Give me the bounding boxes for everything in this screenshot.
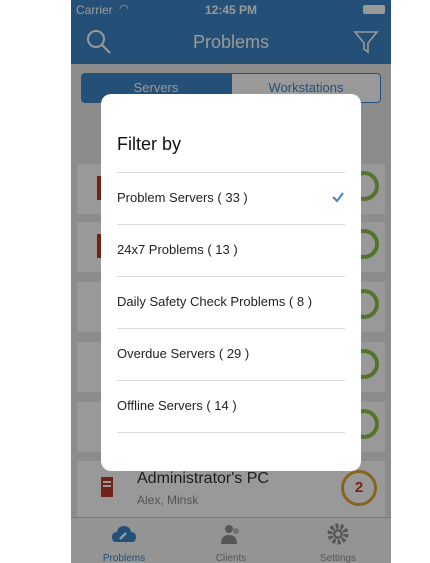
checkmark-icon <box>332 192 344 203</box>
option-label: Daily Safety Check Problems ( 8 ) <box>117 294 313 309</box>
option-label: Problem Servers ( 33 ) <box>117 190 248 205</box>
filter-option-overdue-servers[interactable]: Overdue Servers ( 29 ) <box>117 329 345 380</box>
option-label: Offline Servers ( 14 ) <box>117 398 237 413</box>
filter-option-problem-servers[interactable]: Problem Servers ( 33 ) <box>117 173 345 224</box>
filter-option-24x7-problems[interactable]: 24x7 Problems ( 13 ) <box>117 225 345 276</box>
filter-heading: Filter by <box>117 134 182 154</box>
option-label: 24x7 Problems ( 13 ) <box>117 242 238 257</box>
divider <box>117 432 345 433</box>
filter-option-daily-safety-check[interactable]: Daily Safety Check Problems ( 8 ) <box>117 277 345 328</box>
filter-option-offline-servers[interactable]: Offline Servers ( 14 ) <box>117 381 345 432</box>
filter-sheet: Filter by Problem Servers ( 33 ) 24x7 Pr… <box>101 94 361 471</box>
option-label: Overdue Servers ( 29 ) <box>117 346 250 361</box>
